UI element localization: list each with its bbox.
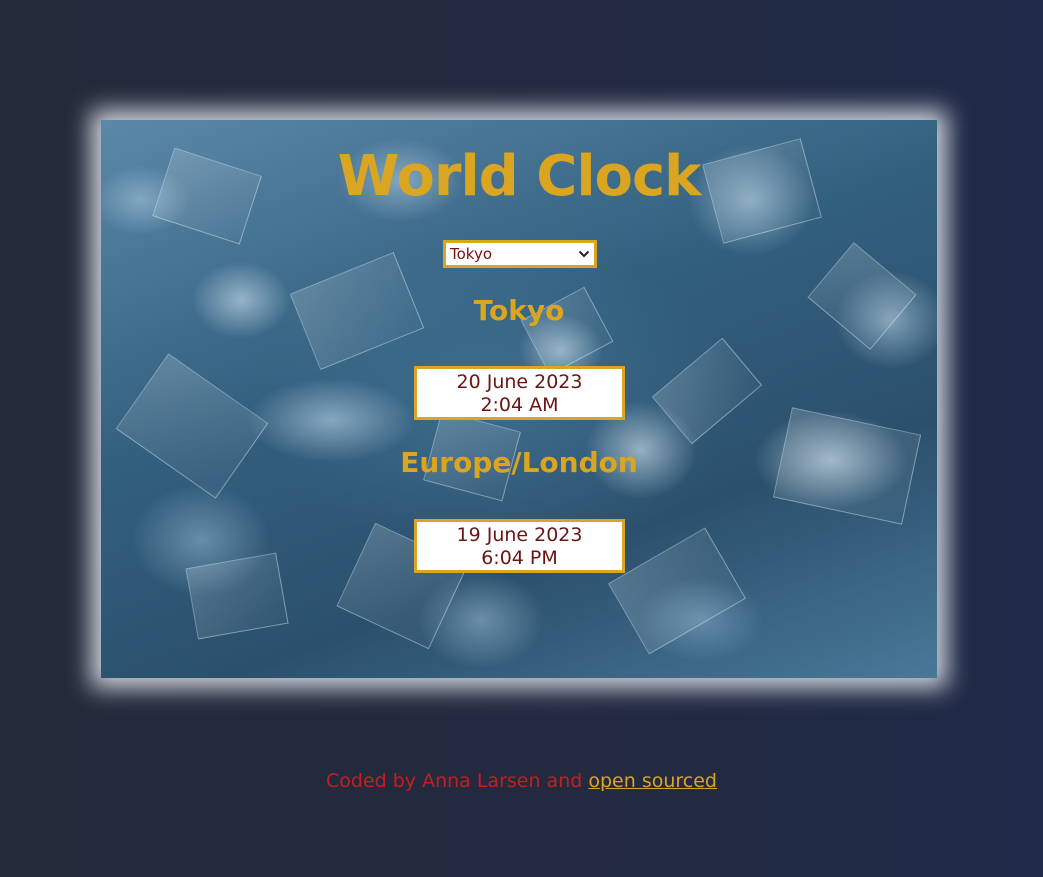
city-name-secondary: Europe/London <box>400 446 638 479</box>
chevron-down-icon <box>578 246 590 266</box>
date-text: 19 June 2023 <box>456 524 583 546</box>
time-text: 6:04 PM <box>481 547 558 569</box>
city-name-primary: Tokyo <box>473 294 565 327</box>
city-select-value: Tokyo <box>450 245 492 263</box>
footer-credit: Coded by Anna Larsen and <box>326 770 589 792</box>
time-text: 2:04 AM <box>480 394 559 416</box>
time-display-primary: 20 June 2023 2:04 AM <box>414 366 625 420</box>
time-display-secondary: 19 June 2023 6:04 PM <box>414 519 625 573</box>
footer: Coded by Anna Larsen and open sourced <box>0 770 1043 792</box>
date-text: 20 June 2023 <box>456 371 583 393</box>
city-select[interactable]: Tokyo <box>443 240 597 268</box>
world-clock-card: World Clock Tokyo Tokyo 20 June 2023 2:0… <box>101 120 937 678</box>
page-title: World Clock <box>337 144 702 209</box>
clock-content: World Clock Tokyo Tokyo 20 June 2023 2:0… <box>101 120 937 678</box>
open-source-link[interactable]: open sourced <box>588 770 717 792</box>
